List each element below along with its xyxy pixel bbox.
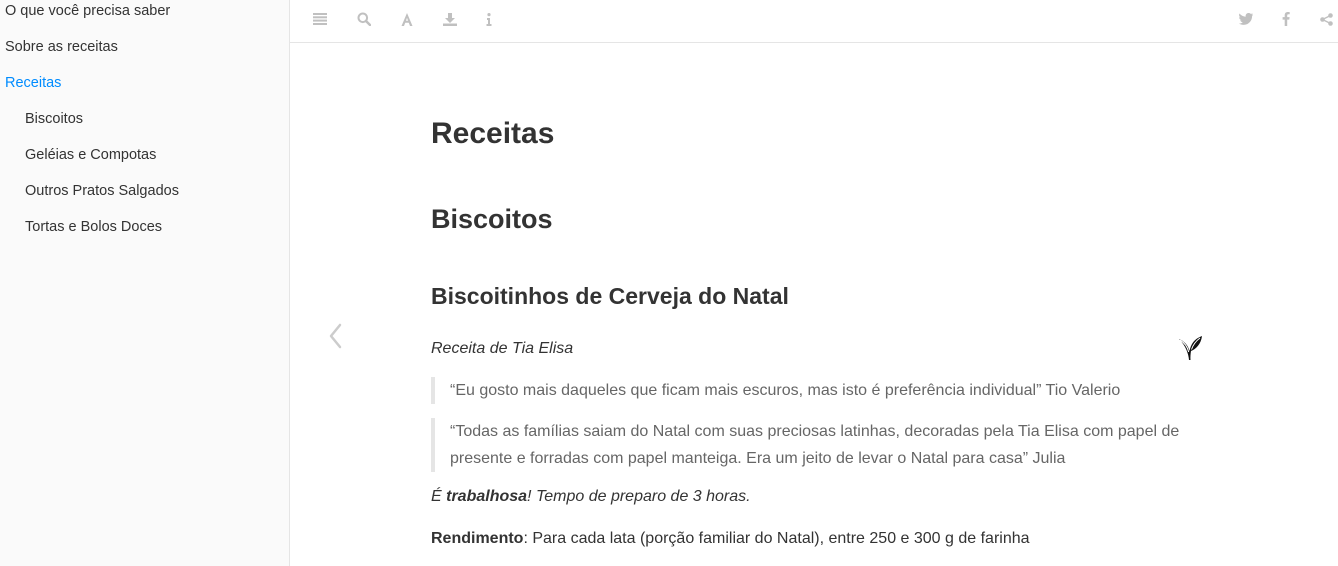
prep-note: É trabalhosa! Tempo de preparo de 3 hora… xyxy=(431,488,751,506)
recipe-byline: Receita de Tia Elisa xyxy=(431,340,574,357)
sidebar-item-label: Outros Pratos Salgados xyxy=(25,183,179,199)
section-heading: Biscoitos xyxy=(431,204,553,234)
sidebar-item-label: Sobre as receitas xyxy=(5,39,118,55)
download-icon[interactable] xyxy=(440,10,460,28)
prep-note-prefix: É xyxy=(431,488,447,505)
share-icon[interactable] xyxy=(1316,10,1336,28)
sidebar-item-label: Receitas xyxy=(5,75,62,91)
sidebar-item-tortas-e-bolos-doces[interactable]: Tortas e Bolos Doces xyxy=(0,209,289,245)
sidebar-item-sobre-as-receitas[interactable]: Sobre as receitas xyxy=(0,29,289,65)
font-icon[interactable] xyxy=(397,10,417,28)
facebook-icon[interactable] xyxy=(1276,10,1296,28)
sidebar-item-label: Biscoitos xyxy=(25,111,84,127)
chevron-left-icon xyxy=(329,323,342,349)
search-icon[interactable] xyxy=(354,10,374,28)
toolbar xyxy=(290,0,1338,43)
main-content: Receitas Biscoitos Biscoitinhos de Cerve… xyxy=(290,43,1338,566)
recipe-title: Biscoitinhos de Cerveja do Natal xyxy=(431,283,789,309)
menu-icon[interactable] xyxy=(310,10,330,28)
sidebar-item-geleias-e-compotas[interactable]: Geléias e Compotas xyxy=(0,137,289,173)
previous-page-button[interactable] xyxy=(326,321,346,351)
page-title: Receitas xyxy=(431,117,555,150)
sidebar: O que você precisa saber Sobre as receit… xyxy=(0,0,290,566)
vegetarian-leaf-icon xyxy=(1176,332,1204,362)
yield-text: : Para cada lata (porção familiar do Nat… xyxy=(523,530,1030,547)
quote-julia: “Todas as famílias saiam do Natal com su… xyxy=(431,418,1191,472)
prep-note-emphasis: trabalhosa xyxy=(446,488,528,505)
quote-text: “Todas as famílias saiam do Natal com su… xyxy=(450,423,1180,467)
yield-label: Rendimento xyxy=(431,530,524,547)
twitter-icon[interactable] xyxy=(1236,10,1256,28)
sidebar-item-outros-pratos-salgados[interactable]: Outros Pratos Salgados xyxy=(0,173,289,209)
sidebar-list: O que você precisa saber Sobre as receit… xyxy=(0,0,289,245)
quote-text: “Eu gosto mais daqueles que ficam mais e… xyxy=(450,382,1121,399)
info-icon[interactable] xyxy=(479,10,499,28)
quote-tio-valerio: “Eu gosto mais daqueles que ficam mais e… xyxy=(431,377,1191,404)
prep-note-suffix: ! Tempo de preparo de 3 horas. xyxy=(527,488,751,505)
recipe-yield: Rendimento: Para cada lata (porção famil… xyxy=(431,530,1030,548)
sidebar-item-o-que-voce-precisa-saber[interactable]: O que você precisa saber xyxy=(0,0,289,29)
sidebar-item-biscoitos[interactable]: Biscoitos xyxy=(0,101,289,137)
sidebar-item-label: O que você precisa saber xyxy=(5,3,171,19)
sidebar-item-label: Geléias e Compotas xyxy=(25,147,157,163)
sidebar-item-label: Tortas e Bolos Doces xyxy=(25,219,163,235)
sidebar-item-receitas[interactable]: Receitas xyxy=(0,65,289,101)
